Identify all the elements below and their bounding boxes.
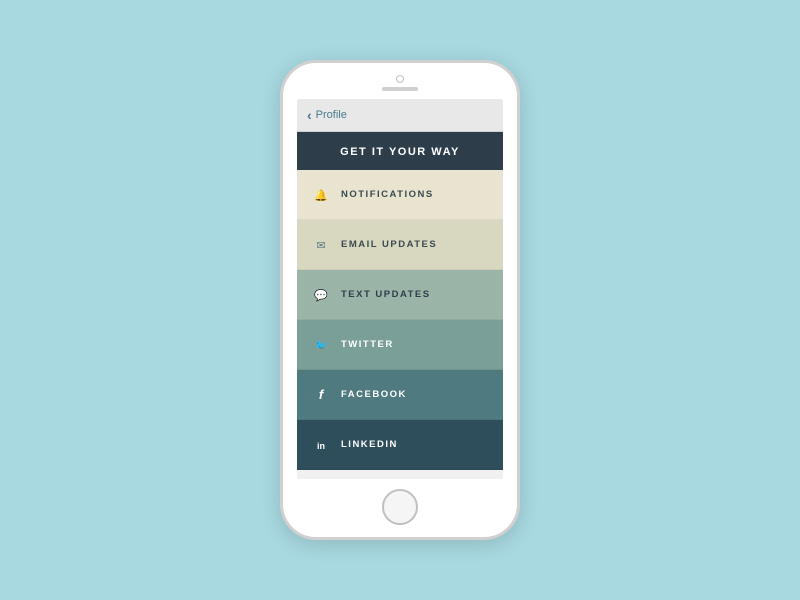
menu-item-facebook[interactable]: FACEBOOK [297,370,503,420]
menu-item-notifications[interactable]: NOTIFICATIONS [297,170,503,220]
twitter-icon [311,338,331,352]
menu-item-twitter[interactable]: TWITTER [297,320,503,370]
phone-frame: ‹ Profile GET IT YOUR WAY NOTIFICATIONS … [280,60,520,540]
email-icon [311,238,331,252]
menu-item-email[interactable]: EMAIL UPDATES [297,220,503,270]
phone-top [283,63,517,99]
back-chevron-icon: ‹ [307,107,312,123]
linkedin-icon [311,438,331,452]
phone-screen: ‹ Profile GET IT YOUR WAY NOTIFICATIONS … [297,99,503,479]
phone-bottom [283,479,517,537]
home-button[interactable] [382,489,418,525]
nav-bar[interactable]: ‹ Profile [297,99,503,132]
email-label: EMAIL UPDATES [341,239,437,250]
linkedin-label: LINKEDIN [341,439,398,450]
text-label: TEXT UPDATES [341,289,431,300]
phone-speaker [382,87,418,91]
bell-icon [311,188,331,202]
menu-list: NOTIFICATIONS EMAIL UPDATES TEXT UPDATES… [297,170,503,479]
menu-item-linkedin[interactable]: LINKEDIN [297,420,503,470]
menu-item-text[interactable]: TEXT UPDATES [297,270,503,320]
twitter-label: TWITTER [341,339,394,350]
facebook-label: FACEBOOK [341,389,407,400]
section-header: GET IT YOUR WAY [297,132,503,170]
phone-camera [396,75,404,83]
nav-back-label[interactable]: Profile [316,109,347,121]
notifications-label: NOTIFICATIONS [341,189,434,200]
facebook-icon [311,387,331,402]
section-title: GET IT YOUR WAY [340,146,460,158]
chat-icon [311,288,331,302]
